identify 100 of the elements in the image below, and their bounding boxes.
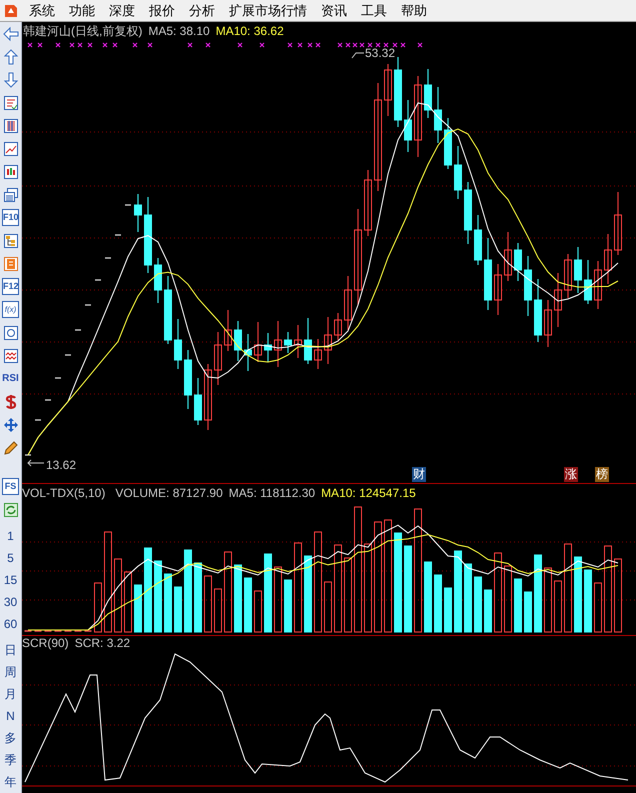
candlestick <box>204 364 212 430</box>
menu-item[interactable]: 深度 <box>102 0 142 20</box>
volume-bar <box>214 588 222 632</box>
volume-bar <box>244 578 252 632</box>
candlestick <box>514 242 522 282</box>
formula-button[interactable]: f(x) <box>2 301 19 318</box>
fs-button[interactable]: FS <box>2 478 19 495</box>
period-button[interactable]: 周 <box>4 663 16 681</box>
event-tag: 涨 <box>564 467 578 482</box>
menu-item[interactable]: 系统 <box>22 0 62 20</box>
period-button[interactable]: 30 <box>4 593 18 611</box>
candlestick <box>564 254 572 298</box>
period-button[interactable]: 季 <box>4 751 16 769</box>
volume-bar <box>464 564 472 632</box>
checklist-icon[interactable] <box>2 94 18 110</box>
period-button[interactable]: N <box>6 707 15 725</box>
down-arrow-icon[interactable] <box>2 72 18 88</box>
scr-value: SCR: 3.22 <box>74 636 130 650</box>
line-chart-icon[interactable] <box>2 140 18 156</box>
candlestick-icon[interactable] <box>2 164 18 180</box>
volume-bar <box>164 574 172 632</box>
volume-bar <box>434 574 442 632</box>
volume-ma10-value: MA10: 124547.15 <box>321 485 416 501</box>
candlestick <box>574 246 582 294</box>
menu-item[interactable]: 分析 <box>182 0 222 20</box>
volume-bar <box>484 590 492 632</box>
volume-bar <box>554 580 562 632</box>
candlestick <box>394 56 402 128</box>
candlestick <box>554 272 562 328</box>
candlestick <box>404 100 412 152</box>
period-button[interactable]: 月 <box>4 685 16 703</box>
candlestick <box>164 276 172 344</box>
candlestick <box>434 86 442 144</box>
wave-icon[interactable] <box>2 348 18 364</box>
candlestick <box>454 146 462 200</box>
pencil-icon[interactable] <box>2 440 18 456</box>
app-logo-icon <box>3 2 19 18</box>
indicator-name: SCR(90) <box>22 636 69 650</box>
candlestick <box>264 332 272 362</box>
rsi-button[interactable]: RSI <box>2 372 19 386</box>
candlestick <box>154 258 162 304</box>
menu-item[interactable]: 报价 <box>142 0 182 20</box>
candlestick <box>614 192 622 256</box>
volume-bar <box>474 576 482 632</box>
candlestick <box>474 214 482 266</box>
period-button[interactable]: 年 <box>4 773 16 791</box>
volume-bar <box>524 592 532 632</box>
menu-item[interactable]: 工具 <box>354 0 394 20</box>
candlestick <box>344 276 352 330</box>
volume-bar <box>324 582 332 632</box>
candlestick <box>314 338 322 370</box>
menu-item[interactable]: 扩展市场行情 <box>222 0 314 20</box>
volume-bar <box>444 588 452 632</box>
up-arrow-icon[interactable] <box>2 48 18 64</box>
tree-icon[interactable] <box>2 232 18 248</box>
candlestick <box>424 68 432 118</box>
candlestick <box>184 350 192 410</box>
candlestick <box>274 320 282 368</box>
move-icon[interactable] <box>2 416 18 432</box>
price-dash <box>64 354 72 356</box>
stock-title: 韩建河山(日线,前复权) <box>23 23 142 40</box>
volume-bar <box>504 566 512 632</box>
candlestick <box>304 318 312 364</box>
candlestick <box>494 264 502 316</box>
left-arrow-icon[interactable] <box>2 26 18 42</box>
candlestick <box>174 318 182 370</box>
volume-bar <box>204 576 212 632</box>
high-leader-line <box>352 52 364 58</box>
volume-bar <box>594 582 602 632</box>
menu-item[interactable]: 帮助 <box>394 0 434 20</box>
high-price-label: 53.32 <box>365 45 396 62</box>
f12-button[interactable]: F12 <box>2 278 19 295</box>
volume-ma5-value: MA5: 118112.30 <box>228 485 316 501</box>
f10-button[interactable]: F10 <box>2 209 19 226</box>
period-button[interactable]: 5 <box>7 549 14 567</box>
menu-item[interactable]: 功能 <box>62 0 102 20</box>
period-button[interactable]: 多 <box>4 729 16 747</box>
volume-bar <box>514 578 522 632</box>
indicator-name: VOL-TDX(5,10) <box>22 485 106 501</box>
candlestick <box>504 232 512 282</box>
windows-icon[interactable] <box>2 186 18 202</box>
candlestick <box>214 332 222 386</box>
low-arrow-icon <box>27 460 44 466</box>
candlestick <box>444 118 452 170</box>
grid-icon[interactable] <box>2 118 18 134</box>
refresh-icon[interactable] <box>2 502 18 518</box>
period-button[interactable]: 15 <box>4 571 18 589</box>
volume-bar <box>584 570 592 632</box>
candlestick <box>604 234 612 284</box>
menu-item[interactable]: 资讯 <box>314 0 354 20</box>
period-button[interactable]: 1 <box>7 527 14 545</box>
period-button[interactable]: 日 <box>4 641 16 659</box>
event-tag: 榜 <box>595 467 609 482</box>
candlestick <box>364 170 372 236</box>
candlestick <box>284 332 292 354</box>
period-button[interactable]: 60 <box>4 615 18 633</box>
volume-bar <box>194 562 202 632</box>
candlestick <box>324 316 332 364</box>
document-icon[interactable] <box>2 256 18 272</box>
volume-bar <box>424 562 432 632</box>
